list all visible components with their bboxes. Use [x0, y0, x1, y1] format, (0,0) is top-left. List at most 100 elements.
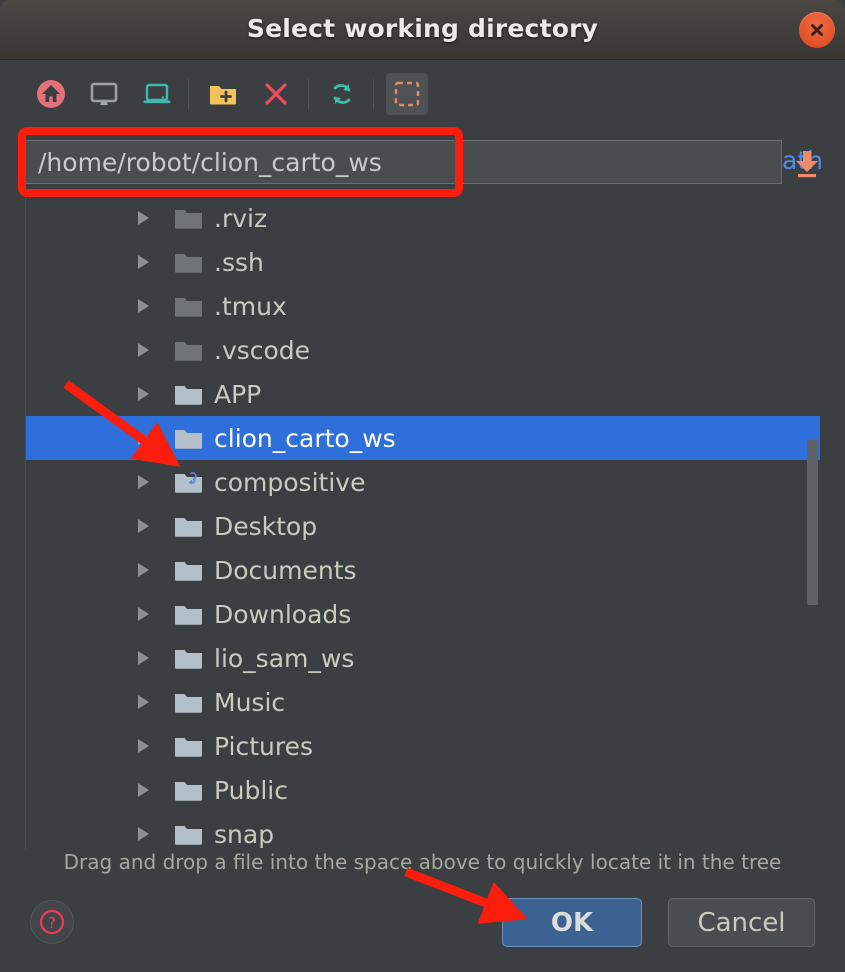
- cancel-button[interactable]: Cancel: [668, 898, 815, 947]
- tree-row-label: clion_carto_ws: [214, 423, 396, 453]
- folder-icon: [175, 649, 202, 669]
- expand-arrow-icon[interactable]: [138, 211, 149, 225]
- tree-row-label: .ssh: [214, 247, 264, 277]
- tree-row[interactable]: snap: [26, 812, 820, 850]
- close-button[interactable]: [799, 12, 835, 48]
- expand-arrow-icon[interactable]: [138, 607, 149, 621]
- folder-icon: [175, 517, 202, 537]
- folder-icon-wrap: [174, 471, 203, 494]
- expand-arrow-icon[interactable]: [138, 387, 149, 401]
- drag-drop-hint: Drag and drop a file into the space abov…: [63, 850, 782, 874]
- delete-icon: [265, 83, 287, 105]
- folder-icon: [175, 385, 202, 405]
- tree-row[interactable]: .ssh: [26, 240, 820, 284]
- directory-tree[interactable]: .rviz .ssh .tmux .vscode APP clion_carto_wsco…: [25, 196, 820, 850]
- new-folder-button[interactable]: [202, 73, 244, 115]
- path-input-value: /home/robot/clion_carto_ws: [38, 147, 382, 177]
- new-folder-icon: [210, 86, 236, 105]
- tree-row[interactable]: APP: [26, 372, 820, 416]
- desktop-icon: [90, 82, 118, 105]
- folder-icon: [175, 561, 202, 581]
- tree-row-label: Desktop: [214, 511, 318, 541]
- folder-icon: [175, 825, 202, 845]
- tree-row[interactable]: lio_sam_ws: [26, 636, 820, 680]
- path-row: /home/robot/clion_carto_ws: [0, 130, 845, 192]
- expand-arrow-icon[interactable]: [138, 563, 149, 577]
- ok-button[interactable]: OK: [502, 898, 642, 947]
- expand-arrow-icon[interactable]: [138, 827, 149, 841]
- home-button[interactable]: [30, 73, 72, 115]
- expand-arrow-icon[interactable]: [138, 343, 149, 357]
- tree-row-label: Documents: [214, 555, 357, 585]
- tree-row-label: Downloads: [214, 599, 352, 629]
- expand-arrow-icon[interactable]: [138, 299, 149, 313]
- svg-text:?: ?: [48, 914, 56, 932]
- folder-symlink-icon: [175, 471, 202, 493]
- expand-arrow-icon[interactable]: [138, 475, 149, 489]
- tree-row-label: APP: [214, 379, 262, 409]
- download-arrow-icon: [796, 151, 818, 178]
- folder-icon: [175, 297, 202, 317]
- folder-icon: [175, 429, 202, 449]
- tree-row-label: Pictures: [214, 731, 313, 761]
- close-icon: [811, 24, 823, 36]
- directory-tree-rows: .rviz .ssh .tmux .vscode APP clion_carto_wsco…: [26, 196, 820, 850]
- expand-arrow-icon[interactable]: [138, 255, 149, 269]
- desktop-button[interactable]: [83, 73, 125, 115]
- folder-icon-wrap: [174, 339, 203, 362]
- tree-scrollbar-thumb[interactable]: [807, 440, 818, 605]
- help-icon: ?: [39, 909, 65, 935]
- tree-row[interactable]: Music: [26, 680, 820, 724]
- folder-icon-wrap: [174, 779, 203, 802]
- tree-row[interactable]: clion_carto_ws: [26, 416, 820, 460]
- tree-row-label: compositive: [214, 467, 366, 497]
- expand-arrow-icon[interactable]: [138, 431, 149, 445]
- folder-icon: [175, 737, 202, 757]
- toolbar-separator-2: [308, 79, 309, 109]
- tree-row-label: snap: [214, 819, 275, 849]
- tree-row[interactable]: .rviz: [26, 196, 820, 240]
- tree-row[interactable]: Pictures: [26, 724, 820, 768]
- tree-row-label: Public: [214, 775, 288, 805]
- tree-row[interactable]: Public: [26, 768, 820, 812]
- expand-arrow-icon[interactable]: [138, 739, 149, 753]
- folder-icon-wrap: [174, 383, 203, 406]
- tree-row[interactable]: Downloads: [26, 592, 820, 636]
- refresh-icon: [333, 84, 351, 104]
- expand-arrow-icon[interactable]: [138, 783, 149, 797]
- folder-icon: [175, 605, 202, 625]
- tree-row-label: .vscode: [214, 335, 311, 365]
- select-working-directory-dialog: Select working directory path /home/robo…: [0, 0, 845, 972]
- tree-row[interactable]: Desktop: [26, 504, 820, 548]
- folder-icon-wrap: [174, 603, 203, 626]
- tree-row[interactable]: Documents: [26, 548, 820, 592]
- expand-arrow-icon[interactable]: [138, 519, 149, 533]
- show-hidden-files-button[interactable]: [386, 73, 428, 115]
- folder-icon: [175, 253, 202, 273]
- tree-row[interactable]: compositive: [26, 460, 820, 504]
- folder-icon-wrap: [174, 735, 203, 758]
- tree-row[interactable]: .tmux: [26, 284, 820, 328]
- expand-arrow-icon[interactable]: [138, 651, 149, 665]
- tree-row[interactable]: .vscode: [26, 328, 820, 372]
- path-input[interactable]: /home/robot/clion_carto_ws: [25, 140, 782, 184]
- folder-icon-wrap: [174, 559, 203, 582]
- path-dropdown-button[interactable]: [792, 150, 822, 178]
- tree-scrollbar[interactable]: [806, 196, 820, 850]
- folder-icon: [175, 209, 202, 229]
- home-icon: [37, 80, 65, 108]
- folder-icon: [175, 781, 202, 801]
- select-area-icon: [394, 81, 420, 107]
- page-title: Select working directory: [246, 14, 599, 43]
- toolbar-separator-1: [188, 79, 189, 109]
- refresh-button[interactable]: [321, 73, 363, 115]
- tree-row-label: .rviz: [214, 203, 268, 233]
- folder-icon-wrap: [174, 295, 203, 318]
- folder-icon-wrap: [174, 427, 203, 450]
- delete-button[interactable]: [255, 73, 297, 115]
- help-button[interactable]: ?: [30, 900, 74, 944]
- expand-arrow-icon[interactable]: [138, 695, 149, 709]
- folder-icon-wrap: [174, 647, 203, 670]
- folder-icon-wrap: [174, 251, 203, 274]
- computer-button[interactable]: [136, 73, 178, 115]
